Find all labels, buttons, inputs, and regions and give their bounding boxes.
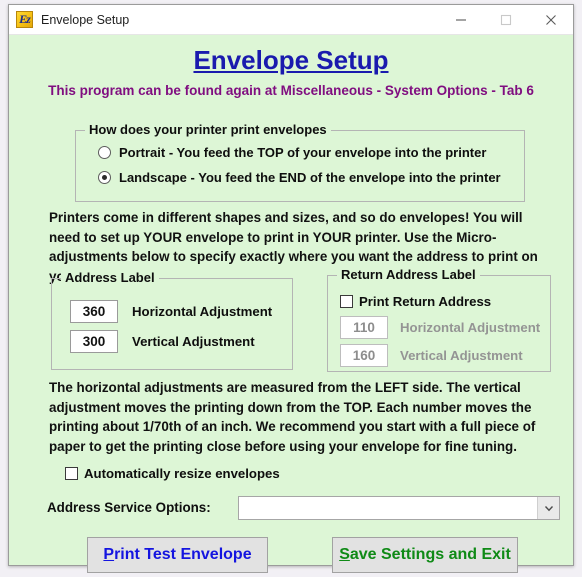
return-horizontal-input[interactable]: 110 bbox=[340, 316, 388, 339]
address-horizontal-label: Horizontal Adjustment bbox=[132, 304, 273, 319]
print-return-address-label: Print Return Address bbox=[359, 294, 492, 309]
title-bar: Ez Envelope Setup bbox=[9, 5, 573, 35]
orientation-group: How does your printer print envelopes Po… bbox=[75, 122, 525, 202]
auto-resize-checkbox[interactable]: Automatically resize envelopes bbox=[65, 466, 280, 481]
return-vertical-label: Vertical Adjustment bbox=[400, 348, 523, 363]
save-settings-and-exit-button[interactable]: Save Settings and Exit bbox=[332, 537, 518, 573]
chevron-down-icon[interactable] bbox=[537, 497, 559, 519]
page-subtitle: This program can be found again at Misce… bbox=[48, 83, 534, 98]
radio-portrait-icon bbox=[98, 146, 111, 159]
address-vertical-label: Vertical Adjustment bbox=[132, 334, 255, 349]
page-title: Envelope Setup bbox=[193, 45, 389, 75]
address-label-group: Address Label 360 Horizontal Adjustment … bbox=[51, 270, 293, 370]
radio-landscape-label: Landscape - You feed the END of the enve… bbox=[119, 170, 501, 185]
address-horizontal-input[interactable]: 360 bbox=[70, 300, 118, 323]
address-service-options-label: Address Service Options: bbox=[47, 500, 211, 515]
return-vertical-input[interactable]: 160 bbox=[340, 344, 388, 367]
print-test-rest: rint Test Envelope bbox=[114, 546, 252, 563]
auto-resize-label: Automatically resize envelopes bbox=[84, 466, 280, 481]
print-test-envelope-button[interactable]: Print Test Envelope bbox=[87, 537, 268, 573]
address-label-group-legend: Address Label bbox=[61, 270, 159, 285]
radio-landscape[interactable]: Landscape - You feed the END of the enve… bbox=[98, 170, 501, 185]
auto-resize-checkbox-icon bbox=[65, 467, 78, 480]
envelope-setup-window: Ez Envelope Setup Envelope Setup This pr… bbox=[8, 4, 574, 573]
maximize-button[interactable] bbox=[483, 5, 528, 35]
print-test-mnemonic: P bbox=[103, 546, 115, 563]
radio-portrait-label: Portrait - You feed the TOP of your enve… bbox=[119, 145, 487, 160]
save-exit-mnemonic: S bbox=[339, 546, 350, 563]
orientation-group-legend: How does your printer print envelopes bbox=[85, 122, 331, 137]
instructions-paragraph: The horizontal adjustments are measured … bbox=[49, 380, 536, 454]
close-button[interactable] bbox=[528, 5, 573, 35]
return-address-label-group: Return Address Label Print Return Addres… bbox=[327, 267, 551, 372]
client-area: Envelope Setup This program can be found… bbox=[9, 35, 573, 573]
radio-landscape-icon bbox=[98, 171, 111, 184]
app-icon-glyph: Ez bbox=[19, 12, 31, 26]
radio-portrait[interactable]: Portrait - You feed the TOP of your enve… bbox=[98, 145, 486, 160]
return-horizontal-label: Horizontal Adjustment bbox=[400, 320, 541, 335]
print-return-address-checkbox-icon bbox=[340, 295, 353, 308]
window-title: Envelope Setup bbox=[41, 12, 130, 27]
window-controls bbox=[438, 5, 573, 35]
address-service-options-select[interactable] bbox=[238, 496, 560, 520]
return-address-group-legend: Return Address Label bbox=[337, 267, 480, 282]
address-vertical-input[interactable]: 300 bbox=[70, 330, 118, 353]
print-return-address-checkbox[interactable]: Print Return Address bbox=[340, 294, 491, 309]
minimize-button[interactable] bbox=[438, 5, 483, 35]
save-exit-rest: ave Settings and Exit bbox=[349, 546, 511, 563]
ez-app-icon: Ez bbox=[16, 11, 33, 28]
